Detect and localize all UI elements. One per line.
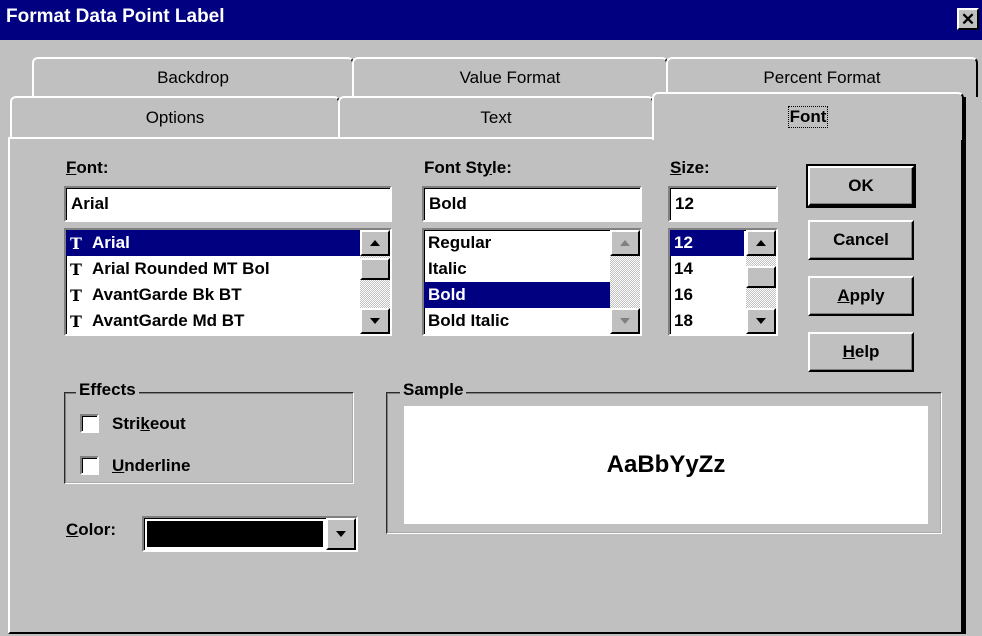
apply-button[interactable]: Apply	[808, 276, 914, 316]
sample-preview: AaBbYyZz	[404, 406, 928, 524]
color-label: Color:	[66, 520, 117, 539]
cancel-button[interactable]: Cancel	[808, 220, 914, 260]
underline-checkbox[interactable]	[80, 456, 99, 475]
truetype-font-icon: T	[70, 311, 82, 331]
close-button[interactable]: ✕	[957, 8, 979, 30]
list-item[interactable]: T Arial Rounded MT Bol	[66, 256, 390, 282]
size-scroll-thumb[interactable]	[746, 266, 776, 288]
strikeout-label[interactable]: Strikeout	[112, 414, 186, 434]
tab-font[interactable]: Font	[652, 92, 964, 140]
ok-button[interactable]: OK	[806, 164, 916, 208]
font-input[interactable]: Arial	[64, 186, 392, 222]
sample-text: AaBbYyZz	[606, 451, 726, 478]
font-style-label: Font Style:	[424, 158, 512, 177]
tab-text[interactable]: Text	[338, 96, 654, 138]
font-scroll-down-button[interactable]	[360, 308, 390, 334]
color-dropdown-button[interactable]	[326, 518, 356, 550]
chevron-down-icon	[336, 531, 346, 537]
arrow-down-icon	[370, 318, 380, 324]
arrow-up-icon	[756, 240, 766, 246]
arrow-up-icon	[620, 240, 630, 246]
list-item[interactable]: T AvantGarde Md BT	[66, 308, 390, 334]
window-title: Format Data Point Label	[6, 6, 225, 27]
size-label: Size:	[670, 158, 710, 177]
arrow-up-icon	[370, 240, 380, 246]
list-item[interactable]: 12	[670, 230, 744, 256]
font-style-listbox[interactable]: Regular Italic Bold Bold Italic	[422, 228, 642, 336]
effects-group	[64, 392, 354, 484]
arrow-down-icon	[756, 318, 766, 324]
strikeout-checkbox[interactable]	[80, 414, 99, 433]
arrow-down-icon	[620, 318, 630, 324]
truetype-font-icon: T	[70, 233, 82, 253]
help-button[interactable]: Help	[808, 332, 914, 372]
truetype-font-icon: T	[70, 259, 82, 279]
font-scroll-up-button[interactable]	[360, 230, 390, 256]
effects-title: Effects	[76, 380, 139, 400]
list-item[interactable]: T AvantGarde Bk BT	[66, 282, 390, 308]
list-item[interactable]: Bold Italic	[424, 308, 640, 334]
underline-label[interactable]: Underline	[112, 456, 190, 476]
tab-options[interactable]: Options	[10, 96, 340, 138]
list-item[interactable]: Regular	[424, 230, 640, 256]
sample-title: Sample	[400, 380, 467, 400]
color-swatch	[147, 521, 323, 547]
tab-percent-format[interactable]: Percent Format	[666, 57, 978, 97]
truetype-font-icon: T	[70, 285, 82, 305]
list-item[interactable]: Bold	[424, 282, 614, 308]
tab-frame-edge	[964, 97, 982, 634]
tab-value-format[interactable]: Value Format	[352, 57, 668, 97]
size-scroll-up-button[interactable]	[746, 230, 776, 256]
font-scroll-thumb[interactable]	[360, 258, 390, 280]
close-icon: ✕	[960, 9, 976, 29]
font-listbox[interactable]: T Arial T Arial Rounded MT Bol T AvantGarde…	[64, 228, 392, 336]
font-label: Font:	[66, 158, 109, 177]
list-item[interactable]: Italic	[424, 256, 640, 282]
size-input[interactable]: 12	[668, 186, 778, 222]
font-style-input[interactable]: Bold	[422, 186, 642, 222]
font-style-scroll-up-button[interactable]	[610, 230, 640, 256]
tab-font-label: Font	[787, 106, 829, 128]
list-item[interactable]: T Arial	[66, 230, 390, 256]
tab-backdrop[interactable]: Backdrop	[32, 57, 354, 97]
font-style-scroll-down-button[interactable]	[610, 308, 640, 334]
size-scroll-down-button[interactable]	[746, 308, 776, 334]
